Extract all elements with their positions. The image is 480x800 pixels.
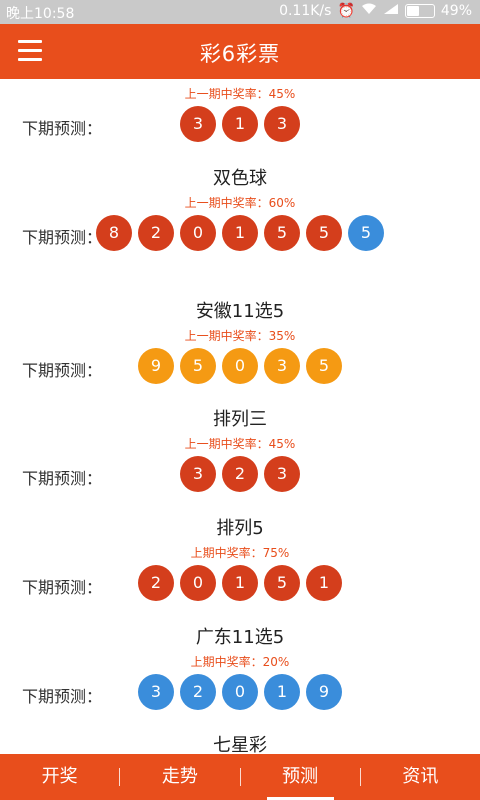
number-ball: 9 [306,674,342,710]
lottery-title: 安徽11选5 [195,301,285,322]
number-ball: 0 [180,215,216,251]
number-ball: 5 [264,215,300,251]
lottery-title: 排列三 [213,409,267,430]
number-ball: 0 [222,674,258,710]
number-ball: 5 [180,348,216,384]
lottery-title: 贵州快三 [0,79,480,81]
tab-zixun[interactable]: 资讯 [361,754,480,800]
number-ball: 2 [138,215,174,251]
win-rate: 上一期中奖率：45% [184,87,296,101]
number-ball: 5 [264,565,300,601]
ball-row: 313 [0,106,480,142]
number-ball: 8 [96,215,132,251]
battery-icon [404,4,435,18]
ball-row: 323 [0,456,480,492]
number-ball: 1 [306,565,342,601]
number-ball: 2 [180,674,216,710]
number-ball: 3 [264,456,300,492]
number-ball: 2 [138,565,174,601]
number-ball: 3 [264,348,300,384]
number-ball: 5 [306,348,342,384]
number-ball: 9 [138,348,174,384]
bottom-nav: 开奖 走势 预测 资讯 [0,754,480,800]
ball-row: 8201555 [0,215,480,251]
lottery-title: 广东11选5 [195,627,285,648]
number-ball: 3 [180,456,216,492]
signal-icon [383,3,399,19]
alarm-icon: ⏰ [337,3,355,19]
win-rate: 上一期中奖率：60% [184,196,296,210]
status-time: 晚上10:58 [6,6,75,22]
number-ball: 5 [306,215,342,251]
ball-row: 20151 [0,565,480,601]
number-ball: 3 [264,106,300,142]
number-ball: 1 [222,106,258,142]
tab-zoushi[interactable]: 走势 [120,754,239,800]
prediction-list[interactable]: 贵州快三上一期中奖率：45%下期预测：313双色球上一期中奖率：60%下期预测：… [0,79,480,754]
app-screen: 晚上10:58 0.11K/s ⏰ 49% 彩6彩票 贵州快三上一期中奖率：45… [0,0,480,800]
status-right: 0.11K/s ⏰ 49% [279,3,472,19]
win-rate: 上期中奖率：20% [190,655,290,669]
win-rate: 上一期中奖率：45% [184,437,296,451]
number-ball: 3 [138,674,174,710]
number-ball: 1 [222,215,258,251]
win-rate: 上一期中奖率：35% [184,329,296,343]
number-ball: 2 [222,456,258,492]
status-bar: 晚上10:58 0.11K/s ⏰ 49% [0,0,480,24]
page-title: 彩6彩票 [199,42,281,66]
tab-kaijiang[interactable]: 开奖 [0,754,119,800]
number-ball: 0 [222,348,258,384]
battery-percent: 49% [440,3,472,19]
app-header: 彩6彩票 [0,24,480,79]
number-ball: 0 [180,565,216,601]
lottery-title: 双色球 [213,168,267,189]
win-rate: 上期中奖率：75% [190,546,290,560]
lottery-title: 七星彩 [213,735,267,754]
number-ball: 5 [348,215,384,251]
number-ball: 3 [180,106,216,142]
ball-row: 95035 [0,348,480,384]
wifi-icon [361,3,377,19]
lottery-title: 排列5 [216,518,264,539]
ball-row: 32019 [0,674,480,710]
number-ball: 1 [222,565,258,601]
tab-yuce[interactable]: 预测 [241,754,360,800]
network-speed: 0.11K/s [279,3,332,19]
number-ball: 1 [264,674,300,710]
